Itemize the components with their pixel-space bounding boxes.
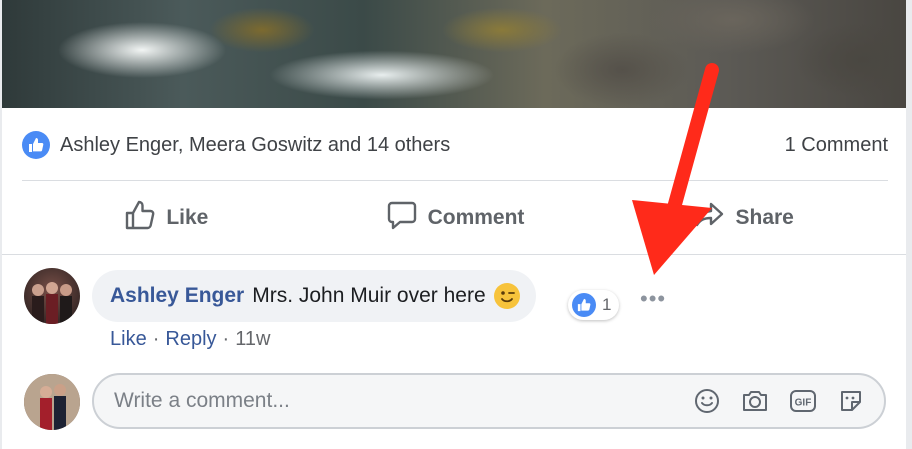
divider (2, 254, 906, 255)
share-arrow-icon (693, 199, 725, 237)
comment-text: Mrs. John Muir over here (252, 284, 486, 307)
comment-time[interactable]: 11w (235, 328, 270, 351)
comment-composer[interactable]: GIF (92, 373, 886, 429)
post-card: Ashley Enger, Meera Goswitz and 14 other… (2, 0, 906, 449)
post-stats: Ashley Enger, Meera Goswitz and 14 other… (22, 128, 888, 162)
share-button-label: Share (735, 206, 794, 229)
reaction-count-value: 1 (602, 295, 612, 314)
avatar[interactable] (24, 268, 80, 324)
action-bar: Like Comment Share (22, 192, 888, 244)
composer-icons: GIF (692, 386, 866, 416)
more-dots-icon[interactable]: ••• (640, 286, 666, 312)
post-photo[interactable] (2, 0, 906, 108)
comment-bubble: Ashley Enger Mrs. John Muir over here (92, 270, 536, 322)
comment-input[interactable] (112, 388, 692, 414)
avatar[interactable] (24, 374, 80, 430)
speech-bubble-icon (386, 199, 418, 237)
thumbs-up-outline-icon (124, 199, 156, 237)
comment-meta: Like · Reply · 11w (110, 328, 270, 351)
like-button-label: Like (166, 206, 209, 229)
sticker-icon[interactable] (836, 386, 866, 416)
comments-count[interactable]: 1 Comment (785, 134, 888, 157)
reaction-count[interactable]: 1 (568, 290, 620, 320)
meta-separator: · (152, 328, 160, 350)
comment-author[interactable]: Ashley Enger (110, 284, 244, 308)
camera-icon[interactable] (740, 386, 770, 416)
likes-summary[interactable]: Ashley Enger, Meera Goswitz and 14 other… (22, 131, 450, 159)
thumbs-up-icon (572, 293, 596, 317)
like-button[interactable]: Like (22, 199, 311, 237)
comment-reply-link[interactable]: Reply (165, 328, 216, 351)
svg-text:GIF: GIF (795, 398, 812, 409)
likes-summary-text: Ashley Enger, Meera Goswitz and 14 other… (60, 133, 451, 156)
divider (22, 180, 888, 181)
wink-emoji-icon (493, 283, 520, 309)
gif-icon[interactable]: GIF (788, 386, 818, 416)
comment-like-link[interactable]: Like (110, 328, 147, 351)
comment-button[interactable]: Comment (311, 199, 600, 237)
thumbs-up-icon (22, 131, 50, 159)
comment-button-label: Comment (427, 206, 525, 229)
smiley-icon[interactable] (692, 386, 722, 416)
meta-separator: · (222, 328, 230, 350)
share-button[interactable]: Share (599, 199, 888, 237)
